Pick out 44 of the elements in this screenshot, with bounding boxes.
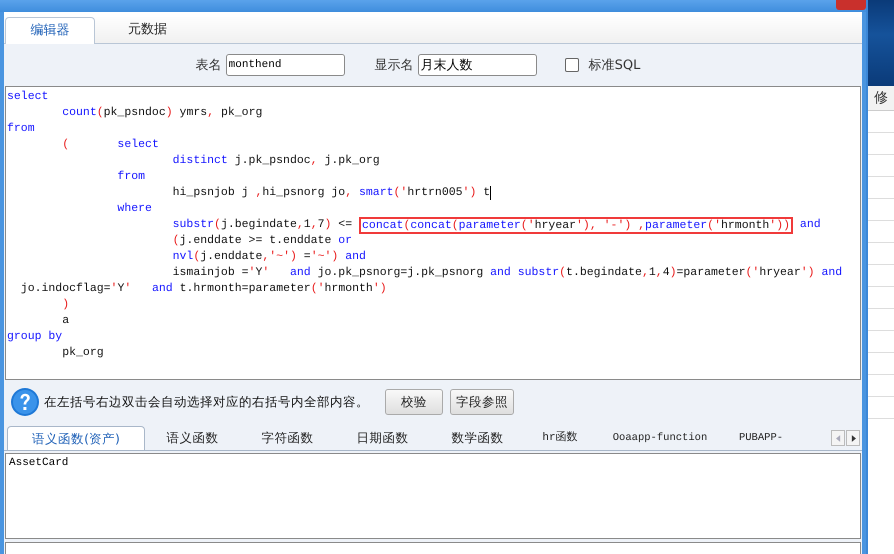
checkbox[interactable]: [564, 58, 579, 72]
tab[interactable]: 语义函数: [145, 426, 240, 450]
help-icon: [10, 387, 40, 417]
tab[interactable]: 元数据: [95, 17, 200, 43]
tab[interactable]: 语义函数(资产): [7, 426, 145, 450]
field-label: 表名: [196, 57, 222, 74]
code-line: where: [116, 201, 153, 217]
scroll-right-button[interactable]: [846, 430, 860, 446]
checkbox-label: 标准SQL: [588, 57, 640, 74]
code-line: (j.enddate >= t.enddate or: [172, 233, 354, 249]
code-line: substr(j.begindate,1,7) <= concat(concat(parameter('hryear'), '-') ,parameter('hrmonth')) and: [172, 217, 822, 233]
tab[interactable]: 编辑器: [5, 17, 95, 44]
code-line: nvl(j.enddate,'~') ='~') and: [172, 249, 367, 265]
code-line: count(pk_psndoc) ymrs, pk_org: [61, 105, 264, 121]
right-arrow-icon: [850, 434, 856, 442]
tab[interactable]: 字符函数: [240, 426, 335, 450]
code-line: from: [7, 121, 36, 137]
column-header: 修: [868, 86, 894, 111]
display-name-field[interactable]: 月末人数: [418, 54, 537, 76]
table-name-field[interactable]: monthend: [226, 54, 345, 76]
code-line: distinct j.pk_psndoc, j.pk_org: [172, 153, 381, 169]
code-line: ismainjob ='Y' and jo.pk_psnorg=j.pk_psnorg and substr(t.begindate,1,4)=parameter('hryear') and: [172, 265, 844, 281]
list-item[interactable]: AssetCard: [9, 457, 857, 469]
code-line: hi_psnjob j ,hi_psnorg jo, smart('hrtrn005') t: [172, 185, 492, 201]
tab[interactable]: 数学函数: [430, 426, 525, 450]
code-line: select: [7, 89, 50, 105]
button[interactable]: 字段参照: [450, 389, 514, 415]
left-arrow-icon: [836, 434, 840, 442]
code-line: a: [61, 313, 70, 329]
code-line: jo.indocflag='Y' and t.hrmonth=parameter('hrmonth'): [20, 281, 388, 297]
sql-editor[interactable]: [5, 86, 861, 380]
field-label: 显示名: [374, 57, 414, 74]
code-line: from: [116, 169, 146, 185]
code-line: pk_org: [61, 345, 105, 361]
tab[interactable]: 日期函数: [335, 426, 430, 450]
code-line: group by: [7, 329, 64, 345]
code-line: ): [61, 297, 70, 313]
button[interactable]: 校验: [385, 389, 443, 415]
highlight-box: concat(concat(parameter('hryear'), '-') ,parameter('hrmonth')): [359, 216, 794, 234]
tab[interactable]: Ooaapp-function: [595, 426, 725, 450]
tab[interactable]: hr函数: [525, 426, 595, 450]
tab[interactable]: PUBAPP-: [725, 426, 797, 450]
code-line: ( select: [61, 137, 160, 153]
hint-text: 在左括号右边双击会自动选择对应的右括号内全部内容。: [44, 394, 369, 410]
